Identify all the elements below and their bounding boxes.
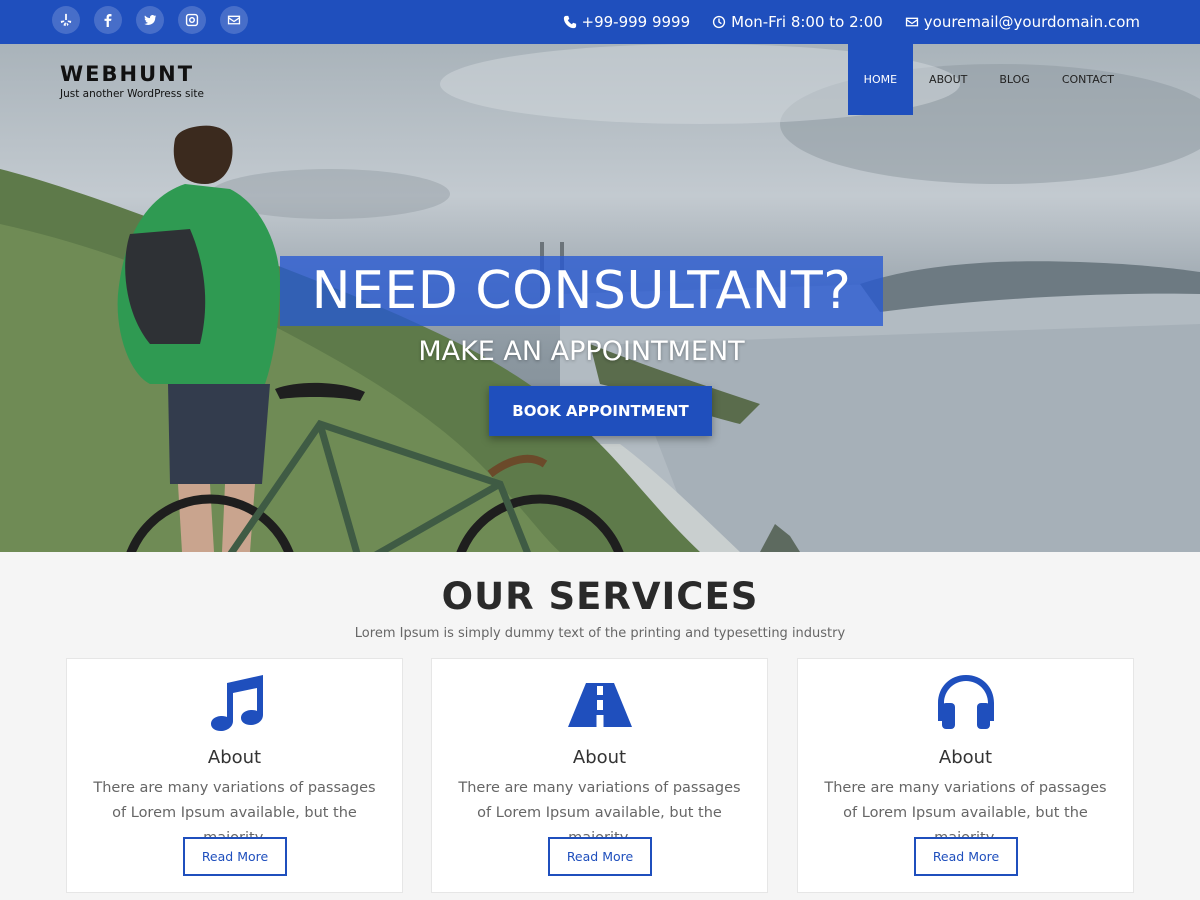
service-card: About There are many variations of passa… [431, 658, 768, 893]
hero-banner: WEBHUNT Just another WordPress site HOME… [0, 44, 1200, 552]
site-logo[interactable]: WEBHUNT Just another WordPress site [60, 62, 204, 100]
read-more-button[interactable]: Read More [183, 837, 287, 876]
site-title: WEBHUNT [60, 62, 195, 86]
contact-info: +99-999 9999 Mon-Fri 8:00 to 2:00 yourem… [563, 0, 1140, 44]
email-icon[interactable] [220, 6, 248, 34]
instagram-icon[interactable] [178, 6, 206, 34]
envelope-icon [905, 17, 918, 27]
hours-info: Mon-Fri 8:00 to 2:00 [712, 13, 883, 31]
hero-headline-box: NEED CONSULTANT? [280, 256, 883, 326]
book-appointment-button[interactable]: BOOK APPOINTMENT [489, 386, 712, 436]
twitter-icon[interactable] [136, 6, 164, 34]
phone-info[interactable]: +99-999 9999 [563, 13, 691, 31]
hero-headline: NEED CONSULTANT? [311, 261, 852, 321]
facebook-icon[interactable] [94, 6, 122, 34]
read-more-button[interactable]: Read More [914, 837, 1018, 876]
main-nav: HOME ABOUT BLOG CONTACT [847, 44, 1130, 115]
site-tagline: Just another WordPress site [60, 88, 205, 100]
read-more-button[interactable]: Read More [548, 837, 652, 876]
nav-item-about[interactable]: ABOUT [913, 44, 983, 115]
clock-icon [713, 15, 726, 29]
business-hours: Mon-Fri 8:00 to 2:00 [731, 13, 883, 31]
phone-icon [563, 15, 576, 29]
service-title: About [572, 747, 627, 768]
nav-item-home[interactable]: HOME [847, 44, 914, 115]
top-bar: +99-999 9999 Mon-Fri 8:00 to 2:00 yourem… [0, 0, 1200, 44]
service-title: About [207, 747, 262, 768]
yelp-icon[interactable] [52, 6, 80, 34]
music-note-icon [210, 675, 263, 731]
service-card: About There are many variations of passa… [66, 658, 403, 893]
email-address: youremail@yourdomain.com [923, 13, 1140, 31]
hero-subheadline: MAKE AN APPOINTMENT [418, 336, 745, 367]
services-subtitle: Lorem Ipsum is simply dummy text of the … [354, 626, 846, 641]
nav-item-contact[interactable]: CONTACT [1046, 44, 1130, 115]
service-card: About There are many variations of passa… [797, 658, 1134, 893]
road-icon [567, 683, 632, 727]
headphones-icon [937, 675, 994, 729]
services-title: OUR SERVICES [441, 575, 759, 618]
phone-number: +99-999 9999 [581, 13, 691, 31]
email-info[interactable]: youremail@yourdomain.com [905, 13, 1140, 31]
social-links [52, 6, 248, 34]
service-title: About [938, 747, 993, 768]
nav-item-blog[interactable]: BLOG [983, 44, 1045, 115]
